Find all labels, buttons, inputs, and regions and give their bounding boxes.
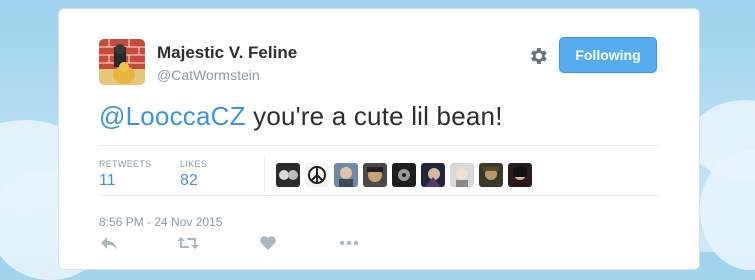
liker-avatar[interactable] <box>305 163 329 187</box>
liker-avatar[interactable] <box>334 163 358 187</box>
retweets-stat[interactable]: RETWEETS 11 <box>99 159 151 190</box>
divider-top <box>99 145 659 146</box>
likes-label: LIKES <box>180 159 208 169</box>
author-handle[interactable]: @CatWormstein <box>157 67 260 83</box>
more-icon[interactable] <box>339 235 359 256</box>
author-name[interactable]: Majestic V. Feline <box>157 43 297 63</box>
retweet-icon[interactable] <box>177 235 199 256</box>
tweet-card: Majestic V. Feline @CatWormstein Followi… <box>58 8 700 270</box>
tweet-text: @LooccaCZ you're a cute lil bean! <box>99 101 503 132</box>
liker-avatar[interactable] <box>508 163 532 187</box>
retweets-label: RETWEETS <box>99 159 152 169</box>
tweet-timestamp[interactable]: 8:56 PM - 24 Nov 2015 <box>99 215 222 229</box>
liker-avatar[interactable] <box>276 163 300 187</box>
stats-separator <box>264 155 265 193</box>
tweet-body: you're a cute lil bean! <box>245 101 503 131</box>
likes-count[interactable]: 82 <box>180 172 207 190</box>
mention-link[interactable]: @LooccaCZ <box>99 101 246 131</box>
divider-bottom <box>99 195 659 196</box>
reply-icon[interactable] <box>99 235 119 256</box>
author-avatar[interactable] <box>99 39 145 85</box>
likers-avatars <box>276 163 532 187</box>
liker-avatar[interactable] <box>392 163 416 187</box>
like-icon[interactable] <box>259 235 277 256</box>
following-button[interactable]: Following <box>559 37 657 73</box>
liker-avatar[interactable] <box>421 163 445 187</box>
retweets-count[interactable]: 11 <box>99 172 151 190</box>
liker-avatar[interactable] <box>450 163 474 187</box>
liker-avatar[interactable] <box>479 163 503 187</box>
liker-avatar[interactable] <box>363 163 387 187</box>
likes-stat[interactable]: LIKES 82 <box>180 159 207 190</box>
gear-icon[interactable] <box>527 45 549 67</box>
